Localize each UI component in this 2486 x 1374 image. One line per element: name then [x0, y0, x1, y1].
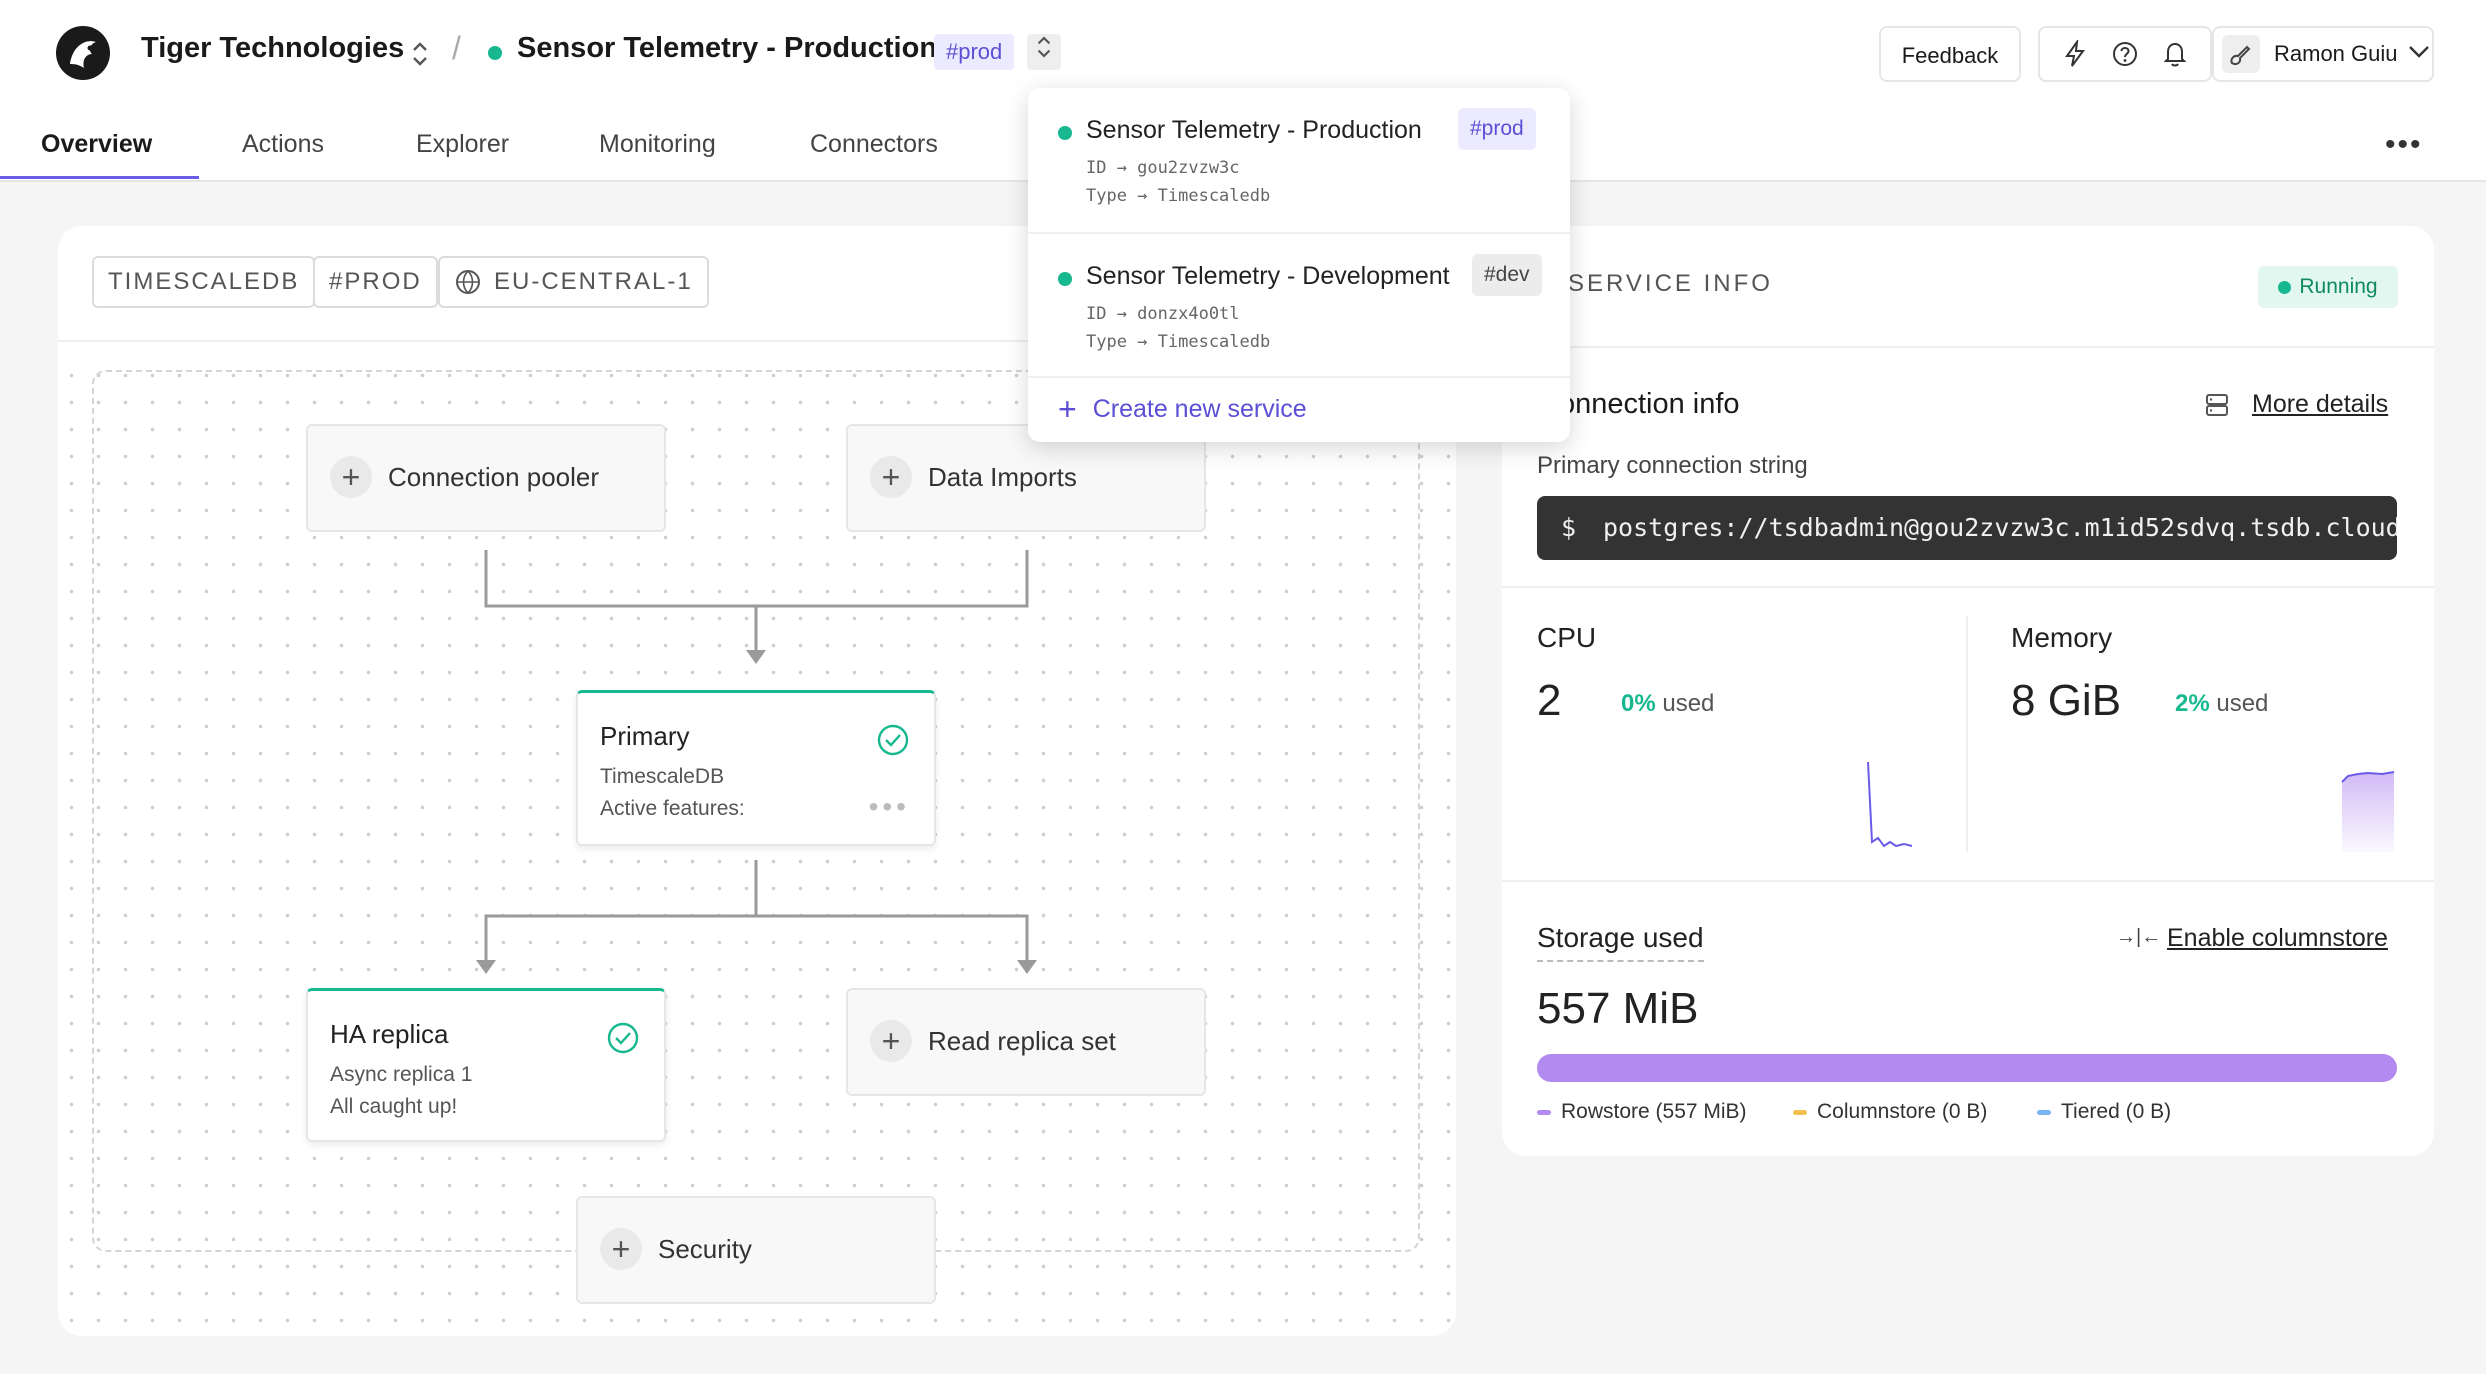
- memory-sparkline: [2341, 771, 2395, 852]
- divider: [1502, 880, 2434, 882]
- connection-string[interactable]: postgres://tsdbadmin@gou2zvzw3c.m1id52sd…: [1603, 496, 2397, 560]
- service-option-production[interactable]: Sensor Telemetry - Production #prod ID →…: [1028, 88, 1570, 234]
- service-option-id: ID → gou2zvzw3c: [1086, 158, 1240, 178]
- security-node[interactable]: + Security: [576, 1196, 936, 1304]
- enable-columnstore-link[interactable]: Enable columnstore: [2167, 924, 2388, 953]
- columnstore-icon: →|←: [2116, 926, 2162, 948]
- prompt-symbol: $: [1561, 513, 1577, 542]
- storage-value: 557 MiB: [1537, 984, 1699, 1033]
- legend-tiered-label: Tiered (0 B): [2061, 1100, 2172, 1123]
- divider: [1502, 346, 2434, 348]
- status-label: Running: [2299, 275, 2378, 298]
- memory-value: 8 GiB: [2011, 676, 2122, 725]
- ha-replica-subtitle: Async replica 1: [330, 1063, 473, 1086]
- create-new-service-button[interactable]: + Create new service: [1058, 393, 1307, 425]
- primary-title: Primary: [600, 721, 690, 751]
- legend-columnstore: Columnstore (0 B): [1793, 1100, 1987, 1124]
- connection-pooler-node[interactable]: + Connection pooler: [306, 424, 666, 532]
- cpu-label: CPU: [1537, 622, 1597, 653]
- memory-pct: 2%: [2175, 690, 2210, 717]
- service-switcher-dropdown: Sensor Telemetry - Production #prod ID →…: [1028, 88, 1570, 442]
- plus-icon: +: [330, 456, 372, 498]
- primary-subtitle: TimescaleDB: [600, 765, 725, 788]
- plus-icon: +: [1058, 391, 1077, 427]
- status-badge: Running: [2258, 266, 2398, 308]
- storage-bar: [1537, 1054, 2397, 1082]
- running-dot: [2278, 280, 2292, 294]
- security-label: Security: [658, 1234, 752, 1264]
- service-option-tag: #dev: [1472, 254, 1542, 296]
- ha-replica-title: HA replica: [330, 1019, 449, 1049]
- service-info-title: SERVICE INFO: [1568, 270, 1773, 297]
- metric-divider: [1966, 616, 1968, 852]
- connection-string-field[interactable]: $ postgres://tsdbadmin@gou2zvzw3c.m1id52…: [1537, 496, 2397, 560]
- service-option-type: Type → Timescaledb: [1086, 332, 1271, 352]
- data-imports-label: Data Imports: [928, 462, 1077, 492]
- check-circle-icon: [607, 1022, 639, 1054]
- divider: [1502, 586, 2434, 588]
- memory-label: Memory: [2011, 622, 2113, 653]
- cpu-used-label: used: [1662, 690, 1715, 717]
- cpu-usage: 0% used: [1621, 690, 1714, 718]
- primary-features-label: Active features:: [600, 797, 745, 820]
- ha-replica-node[interactable]: HA replica Async replica 1 All caught up…: [306, 988, 666, 1142]
- check-circle-icon: [877, 724, 909, 756]
- legend-swatch: [2037, 1109, 2051, 1115]
- read-replica-node[interactable]: + Read replica set: [846, 988, 1206, 1096]
- features-more-icon[interactable]: •••: [869, 793, 910, 821]
- status-dot: [1058, 272, 1072, 286]
- cpu-sparkline: [1867, 761, 1913, 848]
- service-option-development[interactable]: Sensor Telemetry - Development #dev ID →…: [1028, 234, 1570, 380]
- service-option-id: ID → donzx4o0tl: [1086, 304, 1240, 324]
- status-dot: [1058, 126, 1072, 140]
- plus-icon: +: [600, 1228, 642, 1270]
- primary-node[interactable]: Primary TimescaleDB Active features: •••: [576, 690, 936, 846]
- legend-rowstore-label: Rowstore (557 MiB): [1561, 1100, 1747, 1123]
- service-option-type: Type → Timescaledb: [1086, 186, 1271, 206]
- service-option-name: Sensor Telemetry - Development: [1086, 262, 1450, 290]
- memory-usage: 2% used: [2175, 690, 2268, 718]
- ha-replica-status: All caught up!: [330, 1095, 458, 1118]
- plus-icon: +: [870, 456, 912, 498]
- legend-rowstore: Rowstore (557 MiB): [1537, 1100, 1747, 1124]
- legend-columnstore-label: Columnstore (0 B): [1817, 1100, 1988, 1123]
- primary-connection-label: Primary connection string: [1537, 452, 1808, 479]
- plus-icon: +: [870, 1020, 912, 1062]
- read-replica-label: Read replica set: [928, 1026, 1116, 1056]
- more-details-link[interactable]: More details: [2252, 390, 2388, 419]
- legend-swatch: [1537, 1109, 1551, 1115]
- legend-swatch: [1793, 1109, 1807, 1115]
- legend-tiered: Tiered (0 B): [2037, 1100, 2171, 1124]
- service-option-name: Sensor Telemetry - Production: [1086, 116, 1422, 144]
- create-new-service-label: Create new service: [1092, 394, 1307, 423]
- cpu-pct: 0%: [1621, 690, 1656, 717]
- dropdown-divider: [1028, 376, 1570, 378]
- service-option-tag: #prod: [1458, 108, 1536, 150]
- memory-used-label: used: [2216, 690, 2269, 717]
- storage-used-title[interactable]: Storage used: [1537, 922, 1704, 962]
- connection-pooler-label: Connection pooler: [388, 462, 600, 492]
- cpu-value: 2: [1537, 676, 1562, 725]
- server-icon: [2206, 394, 2228, 416]
